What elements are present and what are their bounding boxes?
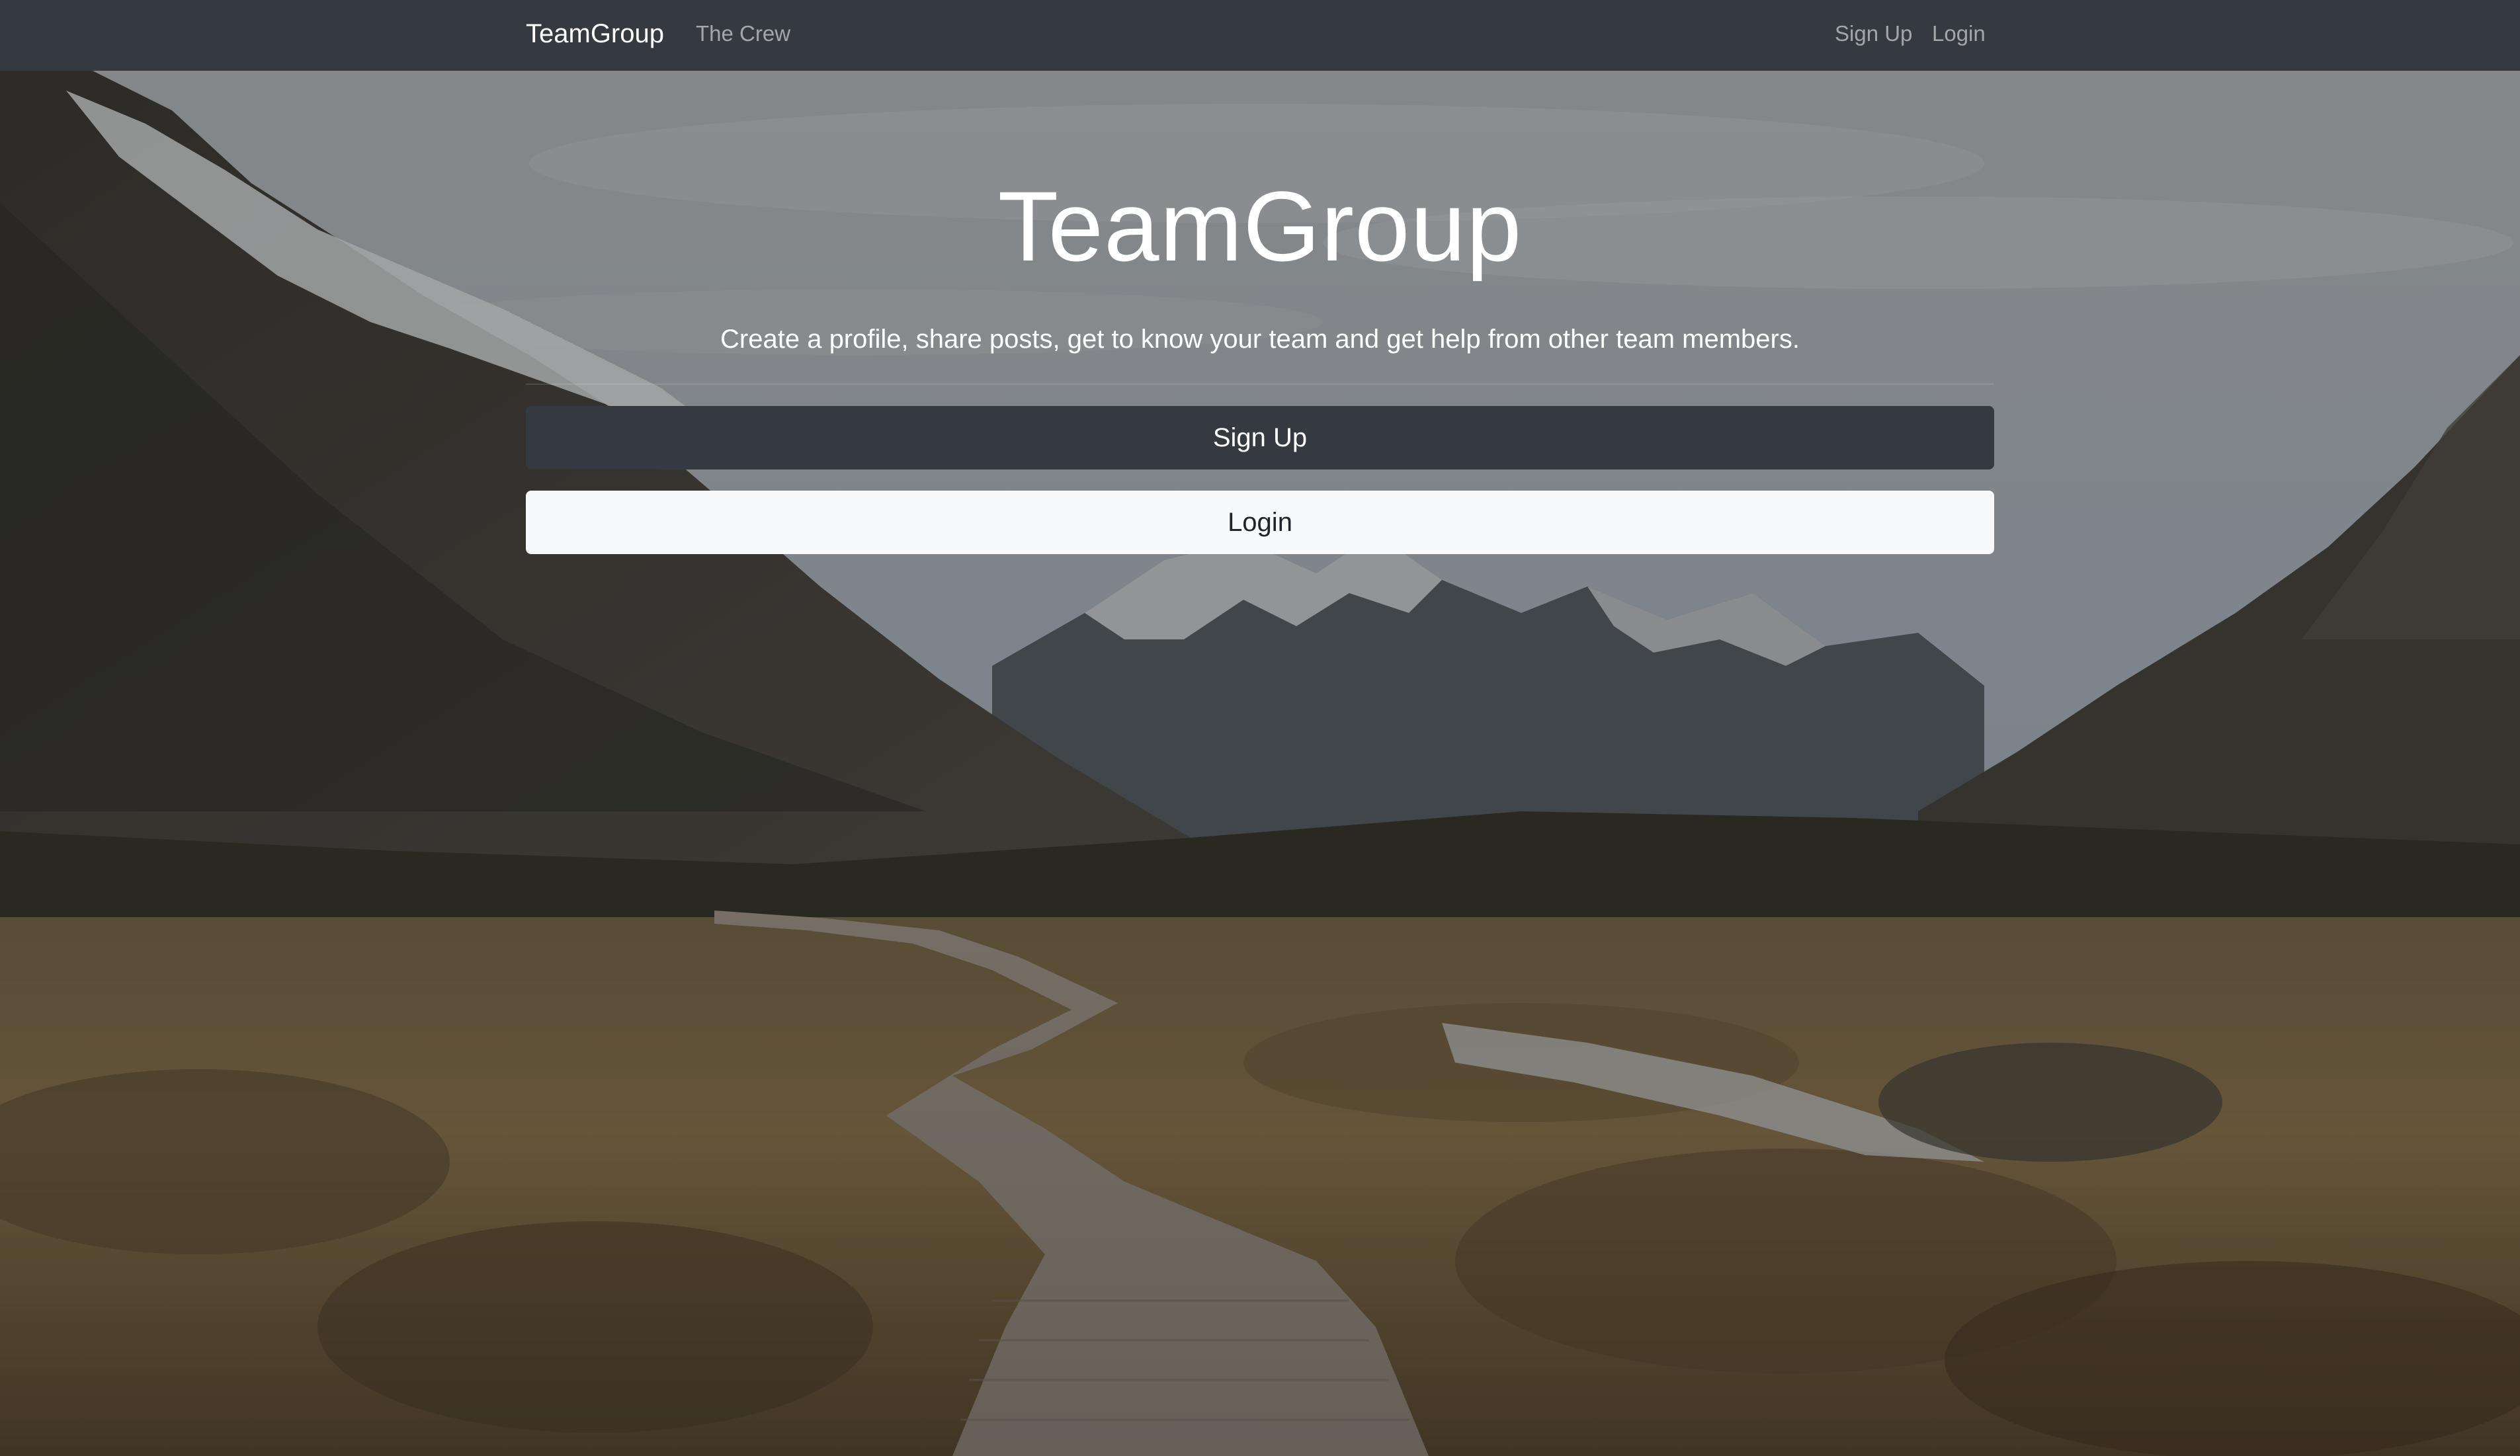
navbar: TeamGroup The Crew Sign Up Login (0, 0, 2520, 71)
nav-link-login[interactable]: Login (1932, 20, 1986, 48)
nav-link-sign-up[interactable]: Sign Up (1835, 20, 1912, 48)
navbar-brand[interactable]: TeamGroup (526, 17, 664, 50)
hero-divider (526, 384, 1994, 385)
hero-lead-text: Create a profile, share posts, get to kn… (720, 325, 1800, 354)
hero-title: TeamGroup (997, 171, 1523, 282)
nav-link-the-crew[interactable]: The Crew (696, 20, 790, 48)
sign-up-button[interactable]: Sign Up (526, 406, 1994, 469)
login-button[interactable]: Login (526, 491, 1994, 554)
